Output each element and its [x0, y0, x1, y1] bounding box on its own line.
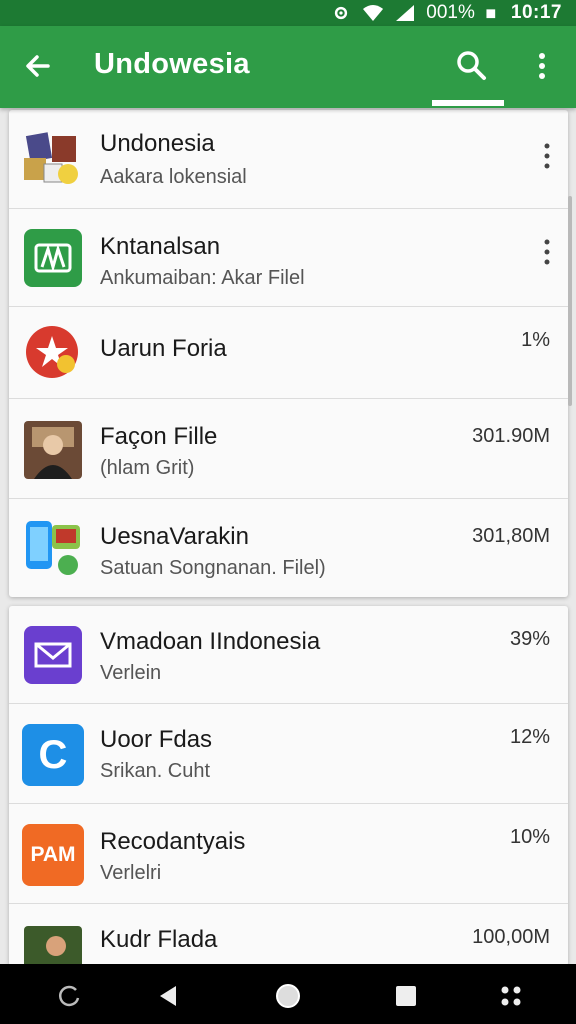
battery-icon [486, 9, 496, 19]
item-subtitle: Srikan. Cuht [100, 760, 211, 782]
item-meta: 39% [509, 628, 550, 650]
back-arrow-icon[interactable] [22, 50, 54, 82]
item-title: Recodantyais [100, 828, 246, 855]
list-item[interactable]: PAM Recodantyais Verlelri 10% [9, 804, 568, 904]
recent-apps-icon[interactable] [56, 982, 84, 1010]
list-item[interactable]: Kudr Flada 100,00M [9, 904, 568, 966]
portrait-icon [24, 421, 82, 479]
grid-dots-icon[interactable] [497, 982, 525, 1010]
item-subtitle: Verlelri [100, 862, 162, 884]
item-subtitle: Verlein [100, 662, 162, 684]
overview-square-icon[interactable] [392, 982, 420, 1010]
search-icon[interactable] [454, 48, 488, 82]
item-meta: 10% [509, 826, 550, 848]
red-star-icon [26, 326, 78, 378]
list-item[interactable]: Uarun Foria 1% [9, 307, 568, 399]
item-title: UesnaVarakin [100, 523, 249, 550]
more-vert-icon[interactable] [542, 239, 552, 265]
item-meta: 100,00M [472, 926, 550, 948]
item-title: Façon Fille [100, 423, 218, 450]
tab-indicator [432, 100, 504, 106]
item-title: Vmadoan IIndonesia [100, 628, 321, 655]
item-subtitle: (hlam Grit) [100, 457, 195, 479]
system-nav-bar [0, 964, 576, 1024]
wifi-icon [363, 5, 384, 21]
item-subtitle: Aakara lokensial [100, 166, 247, 188]
app-list-card-bottom: Vmadoan IIndonesia Verlein 39% C Uoor Fd… [9, 606, 568, 966]
item-meta: 12% [509, 726, 550, 748]
settings-icon [335, 6, 348, 20]
item-meta: 301.90M [472, 425, 550, 447]
app-bar: Undowesia [0, 26, 576, 108]
clock: 10:17 [510, 2, 562, 23]
more-vert-icon[interactable] [530, 50, 554, 82]
list-item[interactable]: Vmadoan IIndonesia Verlein 39% [9, 606, 568, 704]
list-item[interactable]: C Uoor Fdas Srikan. Cuht 12% [9, 704, 568, 804]
app-list-card-top: Undonesia Aakara lokensial Kntanalsan An… [9, 110, 568, 597]
orange-pam-icon: PAM [22, 824, 84, 886]
item-subtitle: Ankumaiban: Akar Filel [100, 267, 305, 289]
icon-label: PAM [30, 843, 76, 866]
green-book-icon [24, 229, 82, 287]
item-subtitle: Satuan Songnanan. Filel) [100, 557, 326, 579]
photo-collage-icon [24, 132, 78, 184]
purple-mail-icon [24, 626, 82, 684]
phones-icon [26, 521, 80, 575]
list-item[interactable]: UesnaVarakin Satuan Songnanan. Filel) 30… [9, 499, 568, 597]
home-circle-icon[interactable] [274, 982, 302, 1010]
item-title: Kntanalsan [100, 233, 221, 260]
icon-letter: C [38, 733, 68, 777]
signal-icon [396, 5, 415, 21]
item-meta: 1% [521, 329, 550, 351]
item-title: Uoor Fdas [100, 726, 213, 753]
more-vert-icon[interactable] [542, 143, 552, 169]
photo-icon [24, 926, 82, 966]
item-title: Uarun Foria [100, 335, 227, 362]
status-bar: 001% 10:17 [0, 0, 576, 26]
blue-c-icon: C [22, 724, 84, 786]
page-title: Undowesia [94, 48, 250, 80]
list-item[interactable]: Undonesia Aakara lokensial [9, 110, 568, 209]
list-item[interactable]: Kntanalsan Ankumaiban: Akar Filel [9, 209, 568, 307]
back-triangle-icon[interactable] [154, 982, 182, 1010]
scrollbar[interactable] [568, 196, 572, 406]
list-item[interactable]: Façon Fille (hlam Grit) 301.90M [9, 399, 568, 499]
battery-percent: 001% [426, 2, 475, 23]
item-title: Undonesia [100, 130, 215, 157]
item-title: Kudr Flada [100, 926, 218, 953]
item-meta: 301,80M [472, 525, 550, 547]
